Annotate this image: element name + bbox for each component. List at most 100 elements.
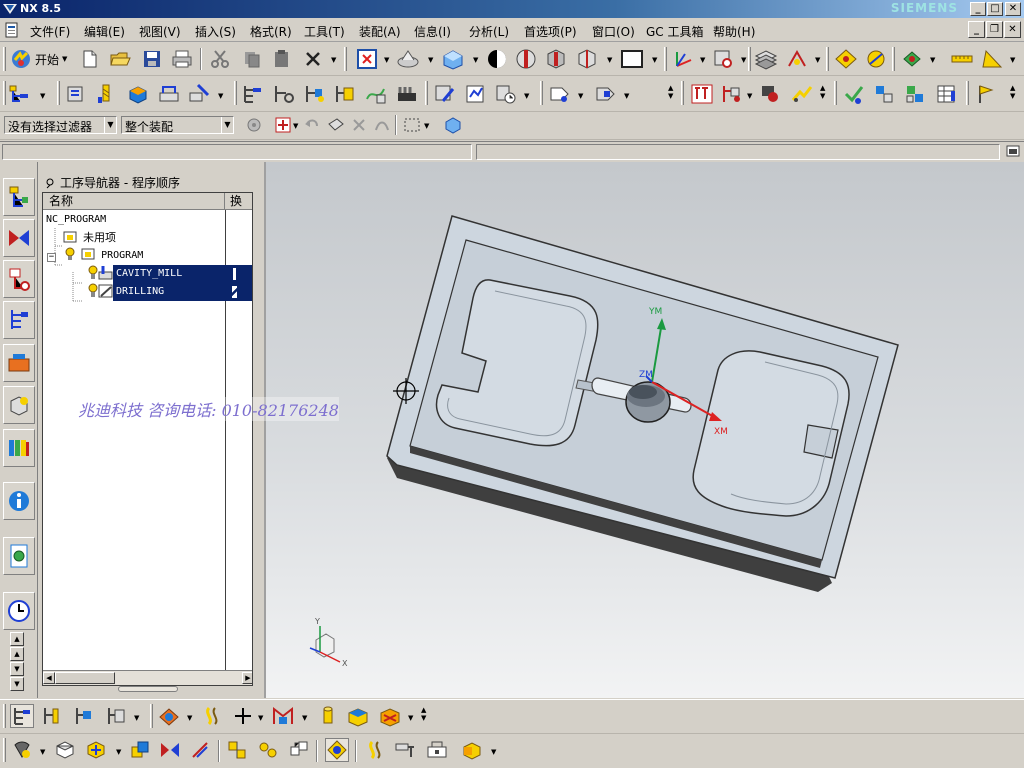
resbar-constraint-navigator-tab[interactable] — [3, 219, 35, 257]
view-section-icon[interactable] — [544, 47, 568, 71]
scroll-thumb[interactable] — [55, 672, 115, 684]
point-dropdown[interactable]: ▼ — [258, 714, 263, 722]
resbar-history-tab[interactable] — [3, 592, 35, 630]
minimize-button[interactable]: _ — [970, 2, 986, 16]
resbar-scroll-top-button[interactable]: ▲ — [10, 632, 24, 646]
cut-icon[interactable] — [208, 47, 232, 71]
feature-dropdown[interactable]: ▼ — [747, 92, 752, 100]
sequence-icon[interactable] — [287, 738, 311, 762]
wave-link-icon[interactable] — [325, 738, 349, 762]
selection-dropdown[interactable]: ▼ — [930, 56, 935, 64]
section-icon[interactable] — [514, 47, 538, 71]
accept-icon[interactable] — [842, 82, 866, 106]
wcs-icon[interactable] — [671, 47, 695, 71]
scroll-right-button[interactable]: ▶ — [242, 672, 252, 684]
resbar-assembly-navigator-tab[interactable] — [3, 178, 35, 216]
pattern-dropdown[interactable]: ▼ — [408, 714, 413, 722]
machine-tool-view-icon[interactable] — [272, 82, 296, 106]
copy-icon[interactable] — [240, 47, 264, 71]
part-icon[interactable] — [53, 738, 77, 762]
display-tool-icon[interactable] — [759, 82, 783, 106]
undo-select-icon[interactable] — [300, 113, 324, 137]
scroll-left-button[interactable]: ◀ — [43, 672, 55, 684]
machine-simulate-icon[interactable] — [494, 82, 518, 106]
start-button[interactable]: 开始 ▼ — [10, 47, 67, 71]
wave-geometry-icon[interactable] — [460, 738, 484, 762]
select-curve-icon[interactable] — [370, 113, 394, 137]
mirror-icon[interactable] — [158, 738, 182, 762]
select-feature-icon[interactable] — [347, 113, 371, 137]
resbar-info-tab[interactable] — [3, 482, 35, 520]
wcs-dropdown[interactable]: ▼ — [700, 56, 705, 64]
explode-icon[interactable] — [256, 738, 280, 762]
resbar-scroll-up-button[interactable]: ▲ — [10, 647, 24, 661]
wave-dropdown[interactable]: ▼ — [491, 748, 496, 756]
print-icon[interactable] — [170, 47, 194, 71]
create-tool-icon[interactable] — [95, 82, 119, 106]
resbar-scroll-bottom-button[interactable]: ▼ — [10, 677, 24, 691]
object-display-icon[interactable] — [690, 82, 714, 106]
menu-tools[interactable]: 工具(T) — [304, 23, 345, 40]
program-order-view-icon[interactable] — [10, 704, 34, 728]
column-change-header[interactable]: 换 — [226, 193, 252, 210]
move-component-icon[interactable] — [128, 738, 152, 762]
delete-dropdown[interactable]: ▼ — [331, 56, 336, 64]
table-icon[interactable] — [935, 82, 959, 106]
geometry-view-icon[interactable] — [72, 704, 96, 728]
snap-select-icon[interactable] — [271, 113, 295, 137]
doc-restore-button[interactable]: ❐ — [986, 21, 1003, 38]
show-hide-icon[interactable] — [441, 113, 465, 137]
method-view-icon[interactable] — [104, 704, 128, 728]
orient-dropdown[interactable]: ▼ — [428, 56, 433, 64]
section-dropdown[interactable]: ▼ — [607, 56, 612, 64]
post-dropdown[interactable]: ▼ — [578, 92, 583, 100]
filter-settings-icon[interactable] — [242, 113, 266, 137]
menu-window[interactable]: 窗口(O) — [592, 23, 635, 40]
feature-display-icon[interactable] — [720, 82, 744, 106]
move-layer-icon[interactable] — [785, 47, 809, 71]
fit-dropdown[interactable]: ▼ — [384, 56, 389, 64]
resbar-part-navigator-tab[interactable] — [3, 260, 35, 298]
feature-group-icon[interactable] — [157, 704, 181, 728]
toolbar-overflow-3[interactable]: ▲ ▼ — [1010, 84, 1015, 100]
render-dropdown[interactable]: ▼ — [473, 56, 478, 64]
shop-doc-icon[interactable] — [594, 82, 618, 106]
inspect-dropdown[interactable]: ▼ — [741, 56, 746, 64]
pattern-icon[interactable] — [378, 704, 402, 728]
reposition-icon[interactable] — [188, 738, 212, 762]
orient-view-icon[interactable] — [396, 47, 420, 71]
machine-tool-view-icon[interactable] — [40, 704, 64, 728]
clearance-icon[interactable] — [393, 738, 417, 762]
toolbar-overflow-1[interactable]: ▲ ▼ — [668, 84, 673, 100]
analysis-icon[interactable] — [864, 47, 888, 71]
doc-minimize-button[interactable]: _ — [968, 21, 985, 38]
flag-icon[interactable] — [974, 82, 998, 106]
operation-dropdown[interactable]: ▼ — [218, 92, 223, 100]
resbar-machine-tool-tab[interactable] — [3, 344, 35, 382]
create-program-icon[interactable] — [64, 82, 88, 106]
inspect-icon[interactable] — [712, 47, 736, 71]
background-icon[interactable] — [485, 47, 509, 71]
paste-icon[interactable] — [270, 47, 294, 71]
menu-gc-toolbox[interactable]: GC 工具箱 — [646, 23, 704, 40]
rectangle-select-icon[interactable] — [400, 113, 424, 137]
feature-dropdown[interactable]: ▼ — [187, 714, 192, 722]
snap-point-icon[interactable] — [834, 47, 858, 71]
close-button[interactable]: ✕ — [1005, 2, 1021, 16]
edit-object-icon[interactable] — [200, 704, 224, 728]
point-icon[interactable] — [231, 704, 255, 728]
add-component-icon[interactable] — [84, 738, 108, 762]
measure-angle-icon[interactable] — [980, 47, 1004, 71]
graphics-window[interactable]: YM ZM XM Y X — [266, 162, 1024, 698]
shopdoc-dropdown[interactable]: ▼ — [624, 92, 629, 100]
menu-edit[interactable]: 编辑(E) — [84, 23, 125, 40]
clip-section-icon[interactable] — [575, 47, 599, 71]
resbar-reuse-library-tab[interactable] — [3, 386, 35, 424]
create-method-icon[interactable] — [157, 82, 181, 106]
navigator-dropdown[interactable]: ▼ — [40, 92, 45, 100]
view-dropdown[interactable]: ▼ — [134, 714, 139, 722]
panel-resize-handle[interactable] — [118, 686, 178, 692]
layer-icon[interactable] — [754, 47, 778, 71]
type-filter-select[interactable]: 没有选择过滤器 ▼ — [4, 116, 117, 134]
toolbar-overflow-4[interactable]: ▲ ▼ — [421, 706, 426, 722]
